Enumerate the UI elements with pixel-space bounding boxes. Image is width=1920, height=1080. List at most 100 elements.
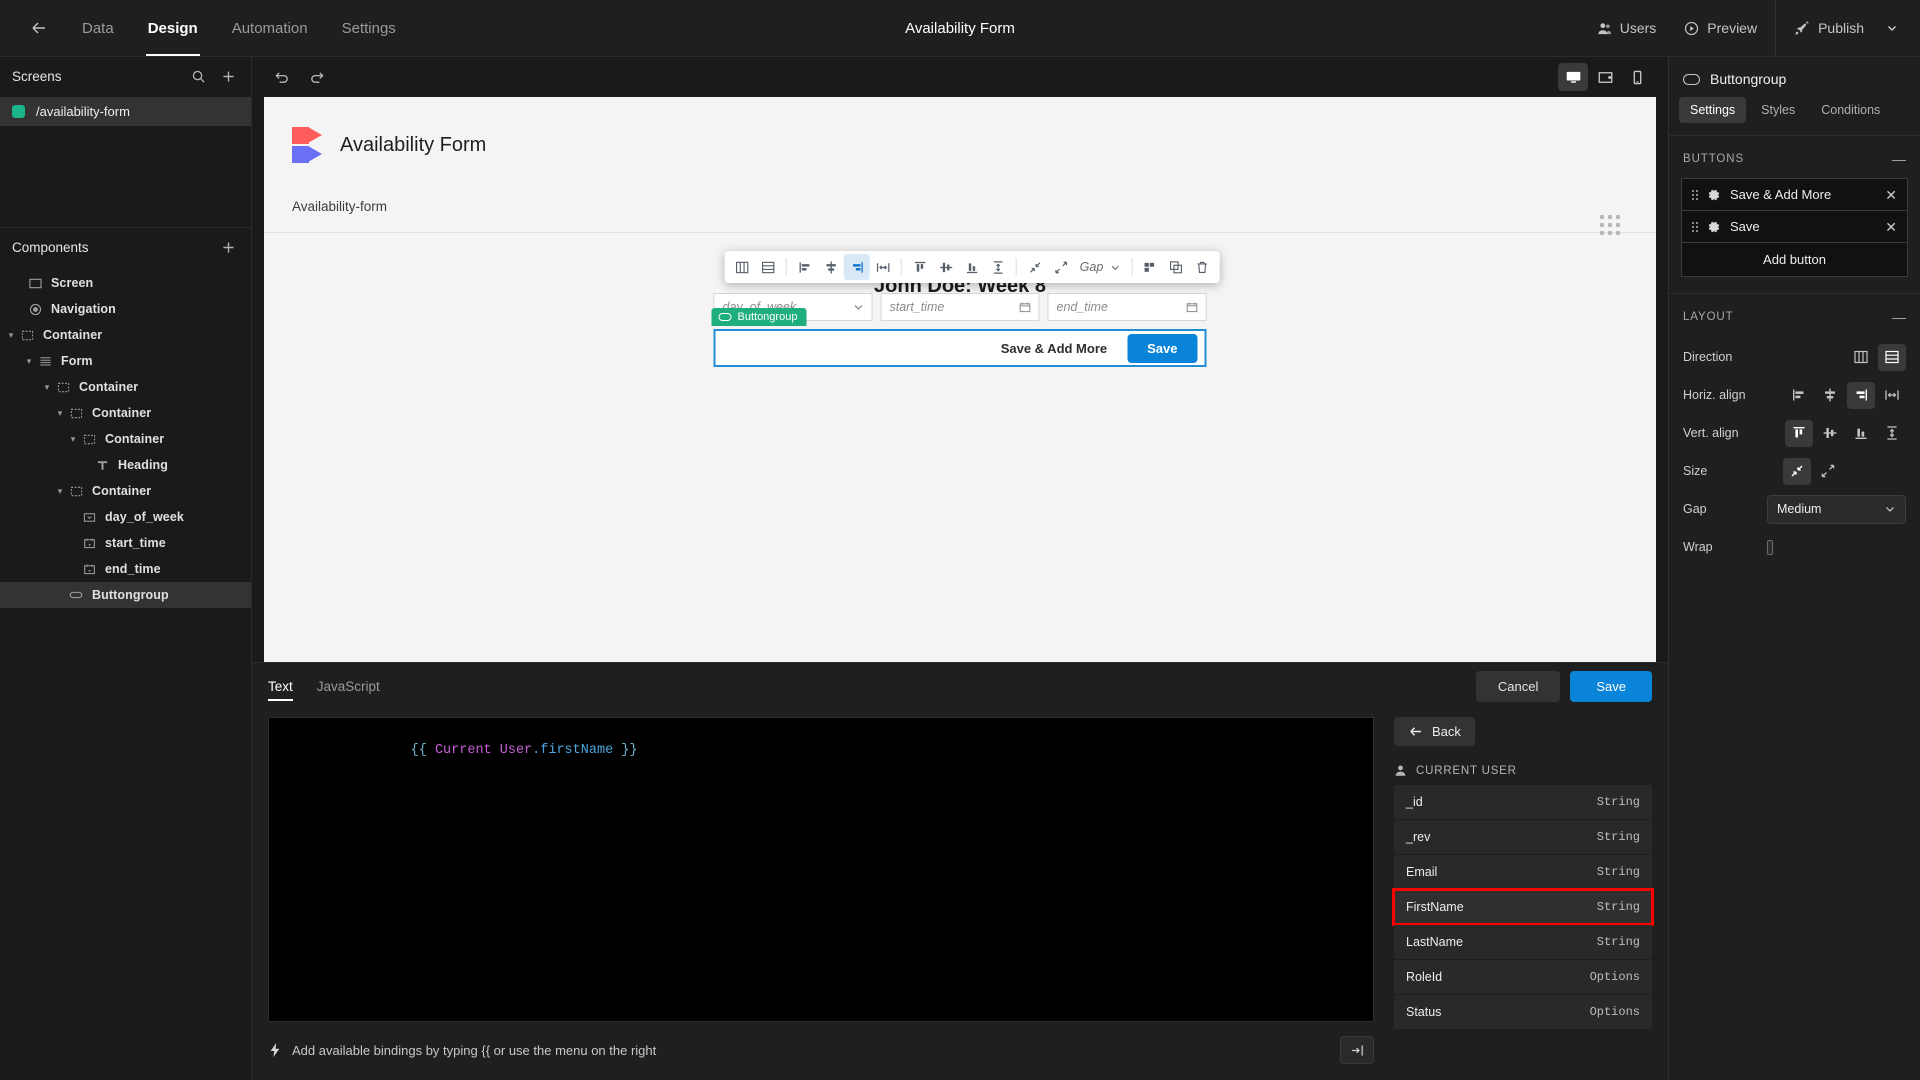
close-icon[interactable]: ✕	[1885, 188, 1897, 202]
users-button[interactable]: Users	[1583, 12, 1671, 44]
component-item-buttongroup[interactable]: Buttongroup	[0, 582, 251, 608]
tab-javascript[interactable]: JavaScript	[317, 663, 380, 709]
calendar-icon[interactable]	[1186, 301, 1199, 314]
component-item-end-time[interactable]: end_time	[0, 556, 251, 582]
add-component-button[interactable]	[217, 236, 239, 258]
tablet-view-button[interactable]	[1590, 63, 1620, 91]
tab-data[interactable]: Data	[80, 0, 116, 56]
tab-conditions[interactable]: Conditions	[1810, 97, 1891, 123]
buttongroup-box[interactable]: Save & Add More Save	[713, 329, 1207, 367]
field-end-time[interactable]: end_time	[1047, 293, 1207, 321]
gear-icon[interactable]	[1707, 220, 1721, 234]
cancel-button[interactable]: Cancel	[1475, 670, 1561, 702]
preview-button[interactable]: Preview	[1670, 12, 1771, 44]
shrink-button[interactable]	[1022, 254, 1048, 280]
button-item-save[interactable]: Save ✕	[1681, 211, 1908, 243]
component-item-container[interactable]: ▾ Container	[0, 322, 251, 348]
calendar-icon[interactable]	[1019, 301, 1032, 314]
expand-editor-button[interactable]	[1340, 1036, 1374, 1064]
halign-center-option[interactable]	[1816, 382, 1844, 409]
minus-icon[interactable]: —	[1892, 152, 1906, 166]
direction-columns-option[interactable]	[1847, 344, 1875, 371]
tree-caret[interactable]: ▾	[4, 330, 18, 341]
duplicate-button[interactable]	[1163, 254, 1189, 280]
align-stretch-horizontal-button[interactable]	[870, 254, 896, 280]
add-button-button[interactable]: Add button	[1681, 243, 1908, 277]
direction-vertical-button[interactable]	[755, 254, 781, 280]
tree-caret[interactable]: ▾	[40, 382, 54, 393]
component-item-heading[interactable]: Heading	[0, 452, 251, 478]
component-item-day-of-week[interactable]: day_of_week	[0, 504, 251, 530]
drag-handle-icon[interactable]	[1600, 215, 1620, 235]
component-item-screen[interactable]: Screen	[0, 270, 251, 296]
add-screen-button[interactable]	[217, 65, 239, 87]
gear-icon[interactable]	[1707, 188, 1721, 202]
component-item-navigation[interactable]: Navigation	[0, 296, 251, 322]
align-top-button[interactable]	[907, 254, 933, 280]
binding-back-button[interactable]: Back	[1394, 717, 1475, 746]
publish-group[interactable]: Publish	[1780, 12, 1920, 44]
halign-left-option[interactable]	[1785, 382, 1813, 409]
align-bottom-button[interactable]	[959, 254, 985, 280]
tab-styles[interactable]: Styles	[1750, 97, 1806, 123]
redo-button[interactable]	[304, 64, 330, 90]
binding-row-id[interactable]: _id String	[1394, 785, 1652, 819]
halign-right-option[interactable]	[1847, 381, 1875, 409]
tab-automation[interactable]: Automation	[230, 0, 310, 56]
tab-text[interactable]: Text	[268, 663, 293, 709]
binding-row-status[interactable]: Status Options	[1394, 995, 1652, 1029]
wrap-button[interactable]	[1137, 254, 1163, 280]
valign-stretch-option[interactable]	[1878, 420, 1906, 447]
drag-handle-icon[interactable]	[1692, 221, 1698, 232]
screen-item-availability-form[interactable]: /availability-form	[0, 97, 251, 126]
size-grow-option[interactable]	[1814, 458, 1842, 485]
field-start-time[interactable]: start_time	[880, 293, 1040, 321]
desktop-view-button[interactable]	[1558, 63, 1588, 91]
app-preview-canvas[interactable]: Availability Form Availability-form John…	[264, 97, 1656, 662]
binding-code-editor[interactable]: {{ Current User.firstName }}	[268, 717, 1374, 1022]
binding-row-lastname[interactable]: LastName String	[1394, 925, 1652, 959]
binding-row-firstname[interactable]: FirstName String	[1392, 888, 1654, 926]
tab-settings[interactable]: Settings	[340, 0, 398, 56]
component-item-form[interactable]: ▾ Form	[0, 348, 251, 374]
drag-handle-icon[interactable]	[1692, 189, 1698, 200]
delete-button[interactable]	[1189, 254, 1215, 280]
align-stretch-vertical-button[interactable]	[985, 254, 1011, 280]
component-item-container[interactable]: ▾ Container	[0, 478, 251, 504]
align-right-button[interactable]	[843, 254, 870, 280]
publish-button[interactable]: Publish	[1780, 12, 1878, 44]
tree-caret[interactable]: ▾	[66, 434, 80, 445]
tree-caret[interactable]: ▾	[53, 408, 67, 419]
tab-design[interactable]: Design	[145, 0, 200, 56]
direction-rows-option[interactable]	[1878, 343, 1906, 371]
minus-icon[interactable]: —	[1892, 310, 1906, 324]
component-item-container[interactable]: ▾ Container	[0, 426, 251, 452]
tab-settings[interactable]: Settings	[1679, 97, 1747, 123]
mobile-view-button[interactable]	[1622, 63, 1652, 91]
tree-caret[interactable]: ▾	[53, 486, 67, 497]
chevron-down-icon[interactable]	[853, 301, 865, 313]
component-item-container[interactable]: ▾ Container	[0, 374, 251, 400]
search-screens-button[interactable]	[187, 65, 209, 87]
valign-middle-option[interactable]	[1816, 420, 1844, 447]
binding-row-email[interactable]: Email String	[1394, 855, 1652, 889]
align-middle-button[interactable]	[933, 254, 959, 280]
binding-row-roleid[interactable]: RoleId Options	[1394, 960, 1652, 994]
gap-select[interactable]: Medium	[1767, 494, 1906, 524]
undo-button[interactable]	[268, 64, 294, 90]
grow-button[interactable]	[1048, 254, 1074, 280]
size-shrink-option[interactable]	[1783, 457, 1811, 485]
direction-horizontal-button[interactable]	[729, 254, 755, 280]
button-item-save-and-add-more[interactable]: Save & Add More ✕	[1681, 178, 1908, 211]
back-button[interactable]	[16, 5, 62, 51]
gap-selector[interactable]: Gap	[1074, 260, 1127, 274]
save-button[interactable]: Save	[1127, 333, 1198, 363]
chevron-down-icon[interactable]	[1886, 22, 1898, 34]
close-icon[interactable]: ✕	[1885, 220, 1897, 234]
halign-stretch-option[interactable]	[1878, 382, 1906, 409]
binding-row-rev[interactable]: _rev String	[1394, 820, 1652, 854]
component-item-start-time[interactable]: start_time	[0, 530, 251, 556]
save-and-add-more-button[interactable]: Save & Add More	[991, 335, 1117, 362]
component-item-container[interactable]: ▾ Container	[0, 400, 251, 426]
tree-caret[interactable]: ▾	[22, 356, 36, 367]
